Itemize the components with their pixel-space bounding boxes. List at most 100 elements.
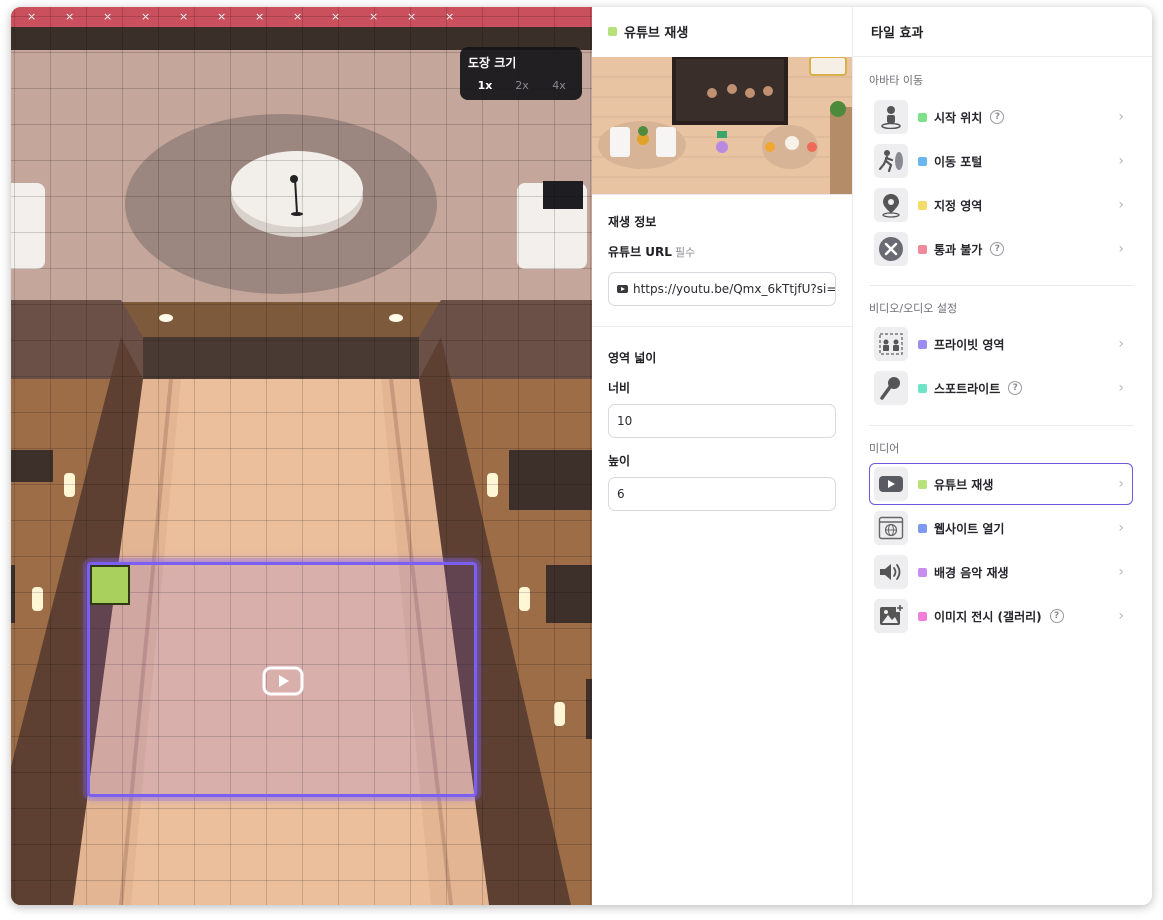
help-icon[interactable]: ? [1008, 381, 1023, 395]
effect-label: 이미지 전시 (갤러리) [934, 609, 1042, 624]
svg-text:×: × [103, 10, 112, 23]
height-value: 6 [617, 487, 625, 501]
effect-item-youtube[interactable]: 유튜브 재생 › [869, 463, 1133, 505]
speaker-icon [874, 555, 908, 589]
effect-item-private-area[interactable]: 프라이빗 영역 › [869, 323, 1133, 365]
help-icon[interactable]: ? [1049, 609, 1064, 623]
tile-effects-panel: 타일 효과 아바타 이동 시작 위치 ? › 이동 포털 › 지정 영역 › 통… [852, 7, 1152, 905]
effect-color-dot [918, 200, 927, 210]
width-input[interactable]: 10 [608, 404, 836, 438]
svg-text:×: × [293, 10, 302, 23]
microphone-icon [874, 371, 908, 405]
effect-item-spotlight[interactable]: 스포트라이트 ? › [869, 367, 1133, 409]
detail-header: 유튜브 재생 [592, 7, 852, 55]
width-label: 너비 [608, 381, 631, 395]
effect-item-image-gallery[interactable]: 이미지 전시 (갤러리) ? › [869, 595, 1133, 637]
private-area-icon [874, 327, 908, 361]
play-info-title: 재생 정보 [608, 215, 657, 229]
effect-color-dot [918, 112, 927, 122]
svg-text:×: × [65, 10, 74, 23]
help-icon[interactable]: ? [990, 110, 1005, 124]
chevron-right-icon: › [1118, 476, 1124, 492]
person-icon [874, 100, 908, 134]
effect-color-dot [918, 339, 927, 349]
youtube-play-icon [262, 666, 304, 696]
effect-color-dot [918, 156, 927, 166]
youtube-url-input[interactable]: https://youtu.be/Qmx_6kTtjfU?si=l [608, 272, 836, 306]
map-canvas[interactable]: × × × × × × × × × × × × 도장 크기 1x 2x 4x [11, 7, 592, 905]
effect-item-impassable[interactable]: 통과 불가 ? › [869, 228, 1133, 270]
svg-text:×: × [217, 10, 226, 23]
effect-color-dot [918, 244, 927, 254]
chevron-right-icon: › [1118, 197, 1124, 213]
area-size-title: 영역 넓이 [608, 351, 657, 365]
help-icon[interactable]: ? [990, 242, 1005, 256]
effect-item-background-music[interactable]: 배경 음악 재생 › [869, 551, 1133, 593]
effect-label: 스포트라이트 [934, 381, 1001, 396]
effect-label: 이동 포털 [934, 154, 983, 169]
chevron-right-icon: › [1118, 241, 1124, 257]
effect-label: 통과 불가 [934, 242, 983, 257]
effect-label: 웹사이트 열기 [934, 521, 1005, 536]
effect-color-dot [918, 611, 927, 621]
effect-item-start-position[interactable]: 시작 위치 ? › [869, 96, 1133, 138]
effect-color-dot [918, 383, 927, 393]
stamp-size-title: 도장 크기 [468, 56, 517, 70]
svg-text:×: × [407, 10, 416, 23]
stamp-size-control: 도장 크기 1x 2x 4x [460, 47, 582, 100]
area-anchor-handle[interactable] [90, 565, 130, 605]
youtube-color-dot [608, 26, 617, 36]
svg-text:×: × [445, 10, 454, 23]
website-globe-icon [874, 511, 908, 545]
group-title-avatar-move: 아바타 이동 [869, 74, 924, 87]
effect-label: 프라이빗 영역 [934, 337, 1005, 352]
svg-text:×: × [27, 10, 36, 23]
chevron-right-icon: › [1118, 380, 1124, 396]
image-add-icon [874, 599, 908, 633]
svg-text:×: × [255, 10, 264, 23]
youtube-url-label-text: 유튜브 URL [608, 245, 672, 259]
portal-runner-icon [874, 144, 908, 178]
effect-label: 시작 위치 [934, 110, 983, 125]
group-title-media: 미디어 [869, 442, 900, 455]
chevron-right-icon: › [1118, 608, 1124, 624]
youtube-url-value: https://youtu.be/Qmx_6kTtjfU?si=l [633, 282, 836, 296]
map-pin-icon [874, 188, 908, 222]
chevron-right-icon: › [1118, 153, 1124, 169]
effect-item-designated-area[interactable]: 지정 영역 › [869, 184, 1133, 226]
effect-color-dot [918, 523, 927, 533]
effect-preview-image [592, 57, 852, 195]
youtube-small-icon [617, 285, 628, 293]
editor-window: × × × × × × × × × × × × 도장 크기 1x 2x 4x 유… [11, 7, 1152, 905]
required-marker: 필수 [674, 246, 696, 259]
effects-title: 타일 효과 [853, 7, 1152, 57]
effect-label: 지정 영역 [934, 198, 983, 213]
group-title-video-audio: 비디오/오디오 설정 [869, 302, 958, 315]
svg-text:×: × [369, 10, 378, 23]
height-input[interactable]: 6 [608, 477, 836, 511]
stamp-size-2x[interactable]: 2x [505, 77, 539, 94]
stamp-size-4x[interactable]: 4x [542, 77, 576, 94]
group-divider [869, 285, 1133, 286]
blocked-x-icon [874, 232, 908, 266]
preview-scene [592, 57, 852, 194]
svg-text:×: × [141, 10, 150, 23]
effect-color-dot [918, 567, 927, 577]
height-label: 높이 [608, 454, 631, 468]
youtube-icon [874, 467, 908, 501]
svg-text:×: × [331, 10, 340, 23]
youtube-tile-area[interactable] [87, 562, 477, 797]
effect-item-website[interactable]: 웹사이트 열기 › [869, 507, 1133, 549]
youtube-url-label: 유튜브 URL 필수 [608, 243, 695, 260]
chevron-right-icon: › [1118, 336, 1124, 352]
effect-color-dot [918, 479, 927, 489]
group-divider [869, 425, 1133, 426]
chevron-right-icon: › [1118, 564, 1124, 580]
section-divider [592, 326, 852, 327]
svg-text:×: × [179, 10, 188, 23]
stamp-size-1x[interactable]: 1x [468, 77, 502, 94]
detail-title: 유튜브 재생 [624, 25, 689, 41]
effect-item-portal[interactable]: 이동 포털 › [869, 140, 1133, 182]
chevron-right-icon: › [1118, 109, 1124, 125]
width-value: 10 [617, 414, 633, 428]
